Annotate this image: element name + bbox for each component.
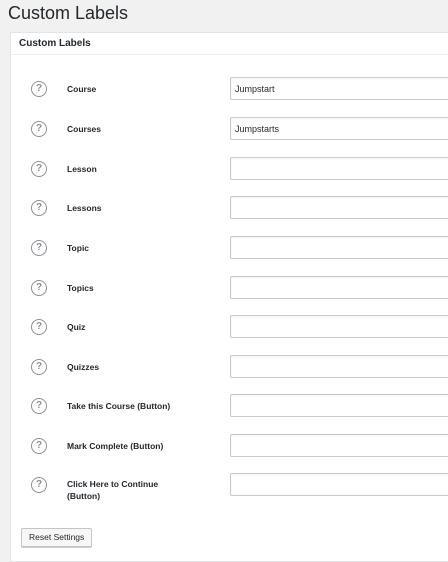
help-icon[interactable]: ?: [31, 359, 47, 375]
panel-title: Custom Labels: [11, 33, 448, 55]
help-icon[interactable]: ?: [31, 81, 47, 97]
field-label: Topics: [67, 283, 94, 293]
field-label: Quizzes: [67, 362, 100, 372]
help-icon[interactable]: ?: [31, 438, 47, 454]
lesson-label-input[interactable]: [230, 157, 448, 180]
course-label-input[interactable]: [230, 77, 448, 100]
quiz-label-input[interactable]: [230, 315, 448, 338]
take-course-button-label-input[interactable]: [230, 394, 448, 417]
continue-button-label-input[interactable]: [230, 473, 448, 496]
help-icon[interactable]: ?: [31, 121, 47, 137]
field-label: Mark Complete (Button): [67, 441, 164, 451]
courses-label-input[interactable]: [230, 117, 448, 140]
topic-label-input[interactable]: [230, 236, 448, 259]
custom-labels-panel: Custom Labels ? Course ? Courses ? Lesso…: [10, 32, 448, 562]
lessons-label-input[interactable]: [230, 196, 448, 219]
topics-label-input[interactable]: [230, 276, 448, 299]
field-label: Course: [67, 84, 97, 94]
help-icon[interactable]: ?: [31, 161, 47, 177]
help-icon[interactable]: ?: [31, 319, 47, 335]
reset-settings-button[interactable]: Reset Settings: [21, 528, 93, 547]
help-icon[interactable]: ?: [31, 240, 47, 256]
field-label: Lessons: [67, 203, 102, 213]
help-icon[interactable]: ?: [31, 398, 47, 414]
help-icon[interactable]: ?: [31, 280, 47, 296]
help-icon[interactable]: ?: [31, 200, 47, 216]
mark-complete-button-label-input[interactable]: [230, 434, 448, 457]
field-label: Quiz: [67, 322, 86, 332]
field-label: Lesson: [67, 164, 97, 174]
field-label: Click Here to Continue (Button): [67, 479, 159, 501]
field-label: Courses: [67, 124, 102, 134]
help-icon[interactable]: ?: [31, 477, 47, 493]
field-label: Take this Course (Button): [67, 401, 171, 411]
field-label: Topic: [67, 243, 90, 253]
quizzes-label-input[interactable]: [230, 355, 448, 378]
page-title: Custom Labels: [8, 3, 129, 23]
